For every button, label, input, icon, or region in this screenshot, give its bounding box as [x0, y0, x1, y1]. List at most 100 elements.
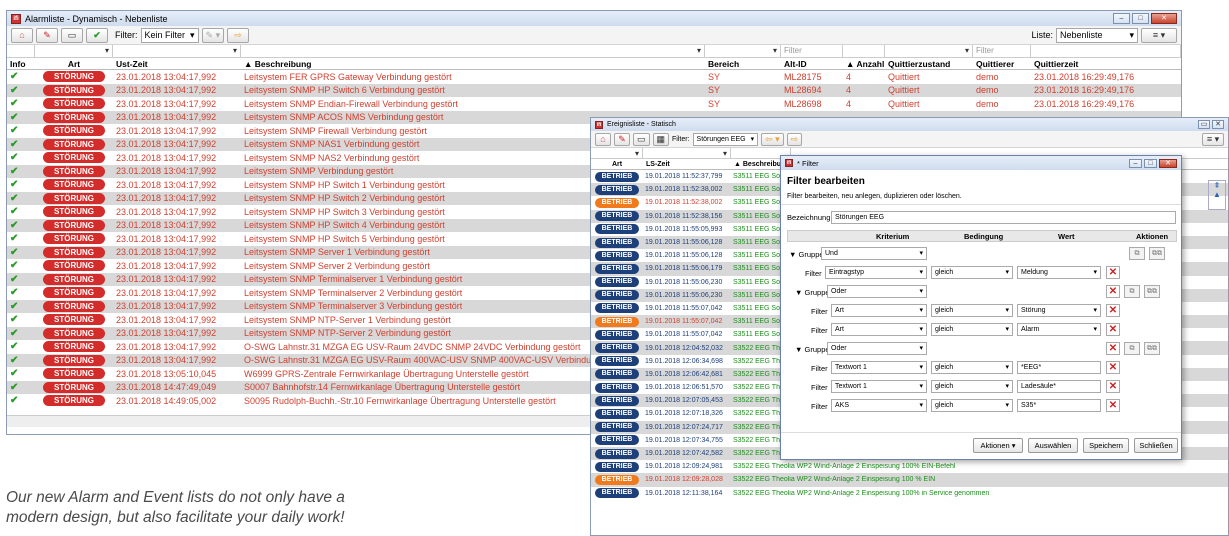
delete-icon[interactable]: ✕ — [1106, 304, 1120, 317]
criterion-select[interactable]: Eintragstyp ▾ — [825, 266, 927, 279]
maximize-icon[interactable]: □ — [1144, 158, 1157, 168]
name-input[interactable]: Störungen EEG — [831, 211, 1176, 224]
save-button[interactable]: Speichern — [1083, 438, 1129, 453]
value-select[interactable]: Meldung ▾ — [1017, 266, 1101, 279]
expand-icon[interactable]: ▼ — [789, 250, 799, 259]
criterion-select[interactable]: AKS ▾ — [831, 399, 927, 412]
filter-cell[interactable]: ▾ — [885, 45, 973, 57]
close-icon[interactable]: ✕ — [1212, 120, 1224, 129]
filter-cell[interactable]: Filter — [973, 45, 1031, 57]
value-select[interactable]: Störung ▾ — [1017, 304, 1101, 317]
column-header[interactable]: Bereich — [705, 58, 781, 69]
filter-cell[interactable]: ▾ — [113, 45, 241, 57]
expand-icon[interactable]: ▼ — [795, 345, 805, 354]
value-select[interactable]: Alarm ▾ — [1017, 323, 1101, 336]
table-row[interactable]: BETRIEB 19.01.2018 12:11:38,164 S3522 EEG … — [591, 487, 1228, 500]
filter-cell[interactable]: ▾ — [241, 45, 705, 57]
criterion-select[interactable]: Textwort 1 ▾ — [831, 380, 927, 393]
view-button[interactable]: ▭ — [633, 132, 650, 146]
condition-select[interactable]: gleich ▾ — [931, 323, 1013, 336]
column-header[interactable]: Quittierzeit — [1031, 58, 1181, 69]
value-input[interactable]: S35* — [1017, 399, 1101, 412]
delete-icon[interactable]: ✕ — [1106, 361, 1120, 374]
filter-edit-button[interactable]: ✎ ▾ — [201, 27, 225, 43]
criterion-select[interactable]: Textwort 1 ▾ — [831, 361, 927, 374]
forward-button[interactable]: ⇨ — [786, 132, 803, 146]
filter-select[interactable]: Störungen EEG ▾ — [692, 132, 759, 146]
delete-icon[interactable]: ✕ — [1106, 285, 1120, 298]
add-filter-button[interactable]: ⧉ — [1124, 285, 1140, 298]
maximize-icon[interactable]: □ — [1132, 13, 1149, 24]
menu-button[interactable]: ≡ ▾ — [1141, 27, 1177, 43]
condition-select[interactable]: gleich ▾ — [931, 304, 1013, 317]
calendar-button[interactable]: ▦ — [652, 132, 670, 146]
column-header[interactable]: Quittierzustand — [885, 58, 973, 69]
condition-select[interactable]: gleich ▾ — [931, 361, 1013, 374]
delete-icon[interactable]: ✕ — [1106, 380, 1120, 393]
home-button[interactable]: ⌂ — [595, 132, 611, 146]
delete-icon[interactable]: ✕ — [1106, 342, 1120, 355]
pin-button[interactable]: ✎ — [614, 132, 630, 146]
add-group-button[interactable]: ⧉⧉ — [1144, 285, 1160, 298]
home-button[interactable]: ⌂ — [11, 27, 33, 43]
column-header[interactable]: Ust-Zeit — [113, 58, 241, 69]
condition-select[interactable]: gleich ▾ — [931, 266, 1013, 279]
filter-cell[interactable]: Filter — [781, 45, 843, 57]
view-button[interactable]: ▭ — [61, 27, 83, 43]
restore-icon[interactable]: ▭ — [1198, 120, 1210, 129]
filter-cell[interactable] — [1031, 45, 1181, 57]
value-input[interactable]: *EEG* — [1017, 361, 1101, 374]
close-button[interactable]: Schließen — [1134, 438, 1178, 453]
delete-icon[interactable]: ✕ — [1106, 399, 1120, 412]
filter-cell[interactable]: ▾ — [35, 45, 113, 57]
condition-select[interactable]: gleich ▾ — [931, 380, 1013, 393]
column-header[interactable]: LS-Zeit — [643, 159, 731, 169]
value-input[interactable]: Ladesäule* — [1017, 380, 1101, 393]
table-row[interactable]: ✔ STÖRUNG 23.01.2018 13:04:17,992 Leitsyste… — [7, 70, 1181, 84]
column-header-description[interactable]: ▲ Beschreibung — [241, 58, 705, 69]
list-select[interactable]: Nebenliste ▾ — [1056, 27, 1138, 43]
table-row[interactable]: ✔ STÖRUNG 23.01.2018 13:04:17,992 Leitsyste… — [7, 83, 1181, 97]
acknowledge-button[interactable]: ✔ — [86, 27, 108, 43]
add-filter-button[interactable]: ⧉ — [1129, 247, 1145, 260]
filter-cell[interactable]: ▾ — [643, 148, 731, 158]
column-header[interactable]: Art — [591, 159, 643, 169]
scroll-top-icon[interactable]: ⇞ — [1209, 181, 1225, 190]
scroll-up-icon[interactable]: ▲ — [1209, 190, 1225, 199]
add-group-button[interactable]: ⧉⧉ — [1144, 342, 1160, 355]
select-button[interactable]: Auswählen — [1028, 438, 1078, 453]
filter-cell[interactable]: ▾ — [705, 45, 781, 57]
column-header-count[interactable]: ▲ Anzahl — [843, 58, 885, 69]
criterion-select[interactable]: Art ▾ — [831, 323, 927, 336]
filter-cell[interactable] — [843, 45, 885, 57]
filter-cell[interactable]: ▾ — [591, 148, 643, 158]
forward-button[interactable]: ⇨ — [227, 27, 250, 43]
close-icon[interactable]: ✕ — [1159, 158, 1177, 168]
column-header[interactable]: Info — [7, 58, 35, 69]
close-icon[interactable]: ✕ — [1151, 13, 1177, 24]
add-filter-button[interactable]: ⧉ — [1124, 342, 1140, 355]
filter-select[interactable]: Kein Filter ▾ — [140, 27, 199, 43]
column-header[interactable]: Alt-ID — [781, 58, 843, 69]
condition-select[interactable]: gleich ▾ — [931, 399, 1013, 412]
table-row[interactable]: BETRIEB 19.01.2018 12:09:28,028 S3522 EEG … — [591, 473, 1228, 487]
minimize-icon[interactable]: – — [1113, 13, 1130, 24]
group-select[interactable]: Oder ▾ — [827, 285, 927, 298]
delete-icon[interactable]: ✕ — [1106, 266, 1120, 279]
filter-edit-button[interactable]: ⇦ ▾ — [761, 132, 784, 146]
table-row[interactable]: ✔ STÖRUNG 23.01.2018 13:04:17,992 Leitsyste… — [7, 97, 1181, 111]
menu-button[interactable]: ≡ ▾ — [1202, 132, 1224, 146]
group-select[interactable]: Oder ▾ — [827, 342, 927, 355]
actions-button[interactable]: Aktionen ▾ — [973, 438, 1023, 453]
add-group-button[interactable]: ⧉⧉ — [1149, 247, 1165, 260]
pin-button[interactable]: ✎ — [36, 27, 58, 43]
delete-icon[interactable]: ✕ — [1106, 323, 1120, 336]
column-header[interactable]: Art — [35, 58, 113, 69]
column-header[interactable]: Quittierer — [973, 58, 1031, 69]
filter-cell[interactable] — [7, 45, 35, 57]
minimize-icon[interactable]: – — [1129, 158, 1142, 168]
criterion-select[interactable]: Art ▾ — [831, 304, 927, 317]
group-select[interactable]: Und ▾ — [821, 247, 927, 260]
expand-icon[interactable]: ▼ — [795, 288, 805, 297]
table-row[interactable]: BETRIEB 19.01.2018 12:09:24,981 S3522 EEG … — [591, 460, 1228, 473]
